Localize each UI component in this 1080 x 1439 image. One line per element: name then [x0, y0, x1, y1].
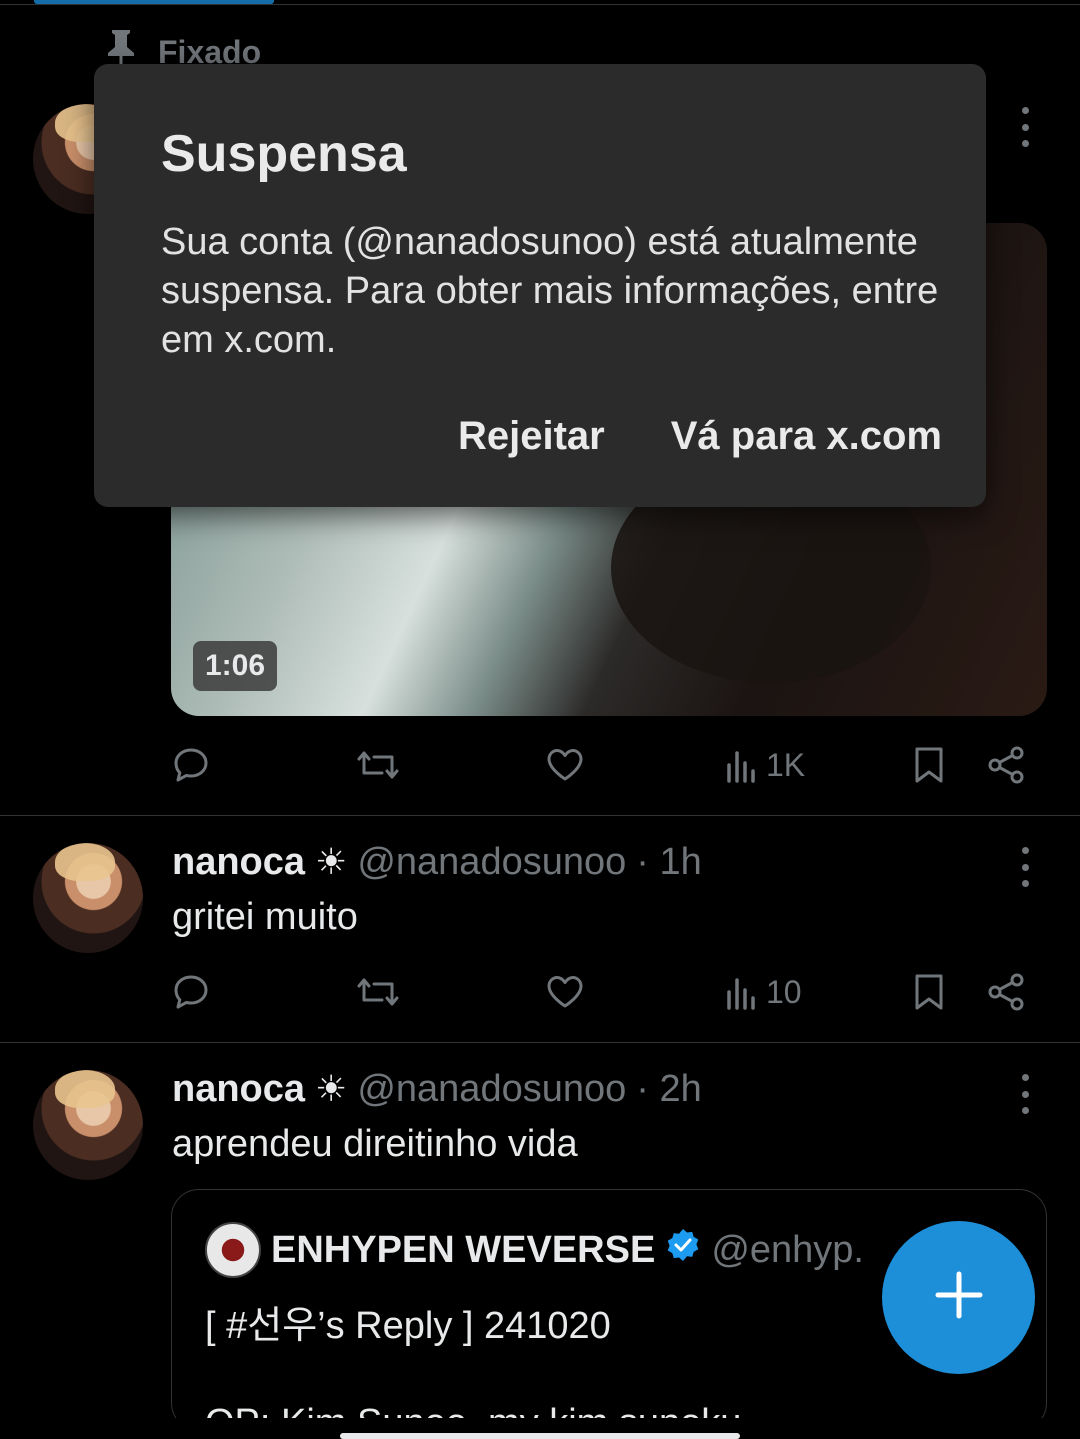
home-indicator[interactable]	[340, 1433, 740, 1439]
tweet-divider	[0, 815, 1080, 816]
user-handle[interactable]: @nanadosunoo	[357, 841, 626, 884]
quoted-tweet-header: ENHYPEN WEVERSE @enhyp.	[205, 1220, 864, 1280]
share-icon	[987, 972, 1027, 1012]
share-icon	[987, 745, 1027, 785]
sun-badge-icon: ☀	[315, 841, 348, 882]
retweet-icon	[356, 972, 400, 1012]
avatar[interactable]	[33, 1070, 143, 1180]
avatar	[205, 1222, 261, 1278]
dialog-actions: Rejeitar Vá para x.com	[458, 414, 942, 459]
user-handle[interactable]: @nanadosunoo	[357, 1068, 626, 1111]
go-to-xcom-button[interactable]: Vá para x.com	[671, 414, 942, 459]
tweet-header: nanoca ☀ @nanadosunoo · 2h	[172, 1064, 702, 1114]
views-button[interactable]: 10	[726, 970, 802, 1014]
more-options-icon[interactable]	[1015, 107, 1035, 147]
tweet-divider	[0, 1042, 1080, 1043]
compose-button[interactable]	[882, 1221, 1035, 1374]
plus-icon	[934, 1270, 984, 1325]
more-options-icon[interactable]	[1015, 847, 1035, 887]
quoted-tweet-text: [ #선우’s Reply ] 241020	[205, 1305, 611, 1347]
display-name[interactable]: nanoca	[172, 1068, 305, 1111]
bookmark-button[interactable]	[911, 970, 947, 1014]
like-button[interactable]	[545, 970, 585, 1014]
sun-badge-icon: ☀	[315, 1068, 348, 1109]
heart-icon	[545, 972, 585, 1012]
reply-button[interactable]	[171, 970, 211, 1014]
top-divider	[0, 4, 1080, 5]
display-name: ENHYPEN WEVERSE	[271, 1228, 656, 1271]
suspension-dialog: Suspensa Sua conta (@nanadosunoo) está a…	[94, 64, 986, 507]
reply-icon	[171, 745, 211, 785]
display-name[interactable]: nanoca	[172, 841, 305, 884]
bookmark-icon	[911, 972, 947, 1012]
retweet-icon	[356, 745, 400, 785]
verified-badge-icon	[665, 1227, 701, 1273]
dialog-message: Sua conta (@nanadosunoo) está atualmente…	[161, 221, 939, 361]
video-duration: 1:06	[193, 641, 278, 691]
tweet-header: nanoca ☀ @nanadosunoo · 1h	[172, 837, 702, 887]
reply-button[interactable]	[171, 743, 211, 787]
views-button[interactable]: 1K	[726, 743, 805, 787]
views-icon	[726, 972, 760, 1012]
heart-icon	[545, 745, 585, 785]
reply-icon	[171, 972, 211, 1012]
like-button[interactable]	[545, 743, 585, 787]
views-count: 1K	[766, 746, 806, 783]
user-handle: @enhyp.	[711, 1228, 864, 1271]
views-count: 10	[766, 973, 802, 1010]
tweet-actions: 10	[171, 970, 1031, 1014]
bookmark-button[interactable]	[911, 743, 947, 787]
dismiss-button[interactable]: Rejeitar	[458, 414, 605, 459]
tweet-text: aprendeu direitinho vida	[172, 1123, 578, 1165]
dialog-title: Suspensa	[161, 125, 407, 183]
avatar[interactable]	[33, 843, 143, 953]
tweet-time: · 1h	[636, 840, 702, 883]
retweet-button[interactable]	[356, 743, 400, 787]
tweet-actions: 1K	[171, 743, 1031, 787]
share-button[interactable]	[987, 743, 1027, 787]
tweet-time: · 2h	[636, 1067, 702, 1110]
tweet-text: gritei muito	[172, 896, 358, 938]
retweet-button[interactable]	[356, 970, 400, 1014]
bookmark-icon	[911, 745, 947, 785]
more-options-icon[interactable]	[1015, 1074, 1035, 1114]
share-button[interactable]	[987, 970, 1027, 1014]
views-icon	[726, 745, 760, 785]
